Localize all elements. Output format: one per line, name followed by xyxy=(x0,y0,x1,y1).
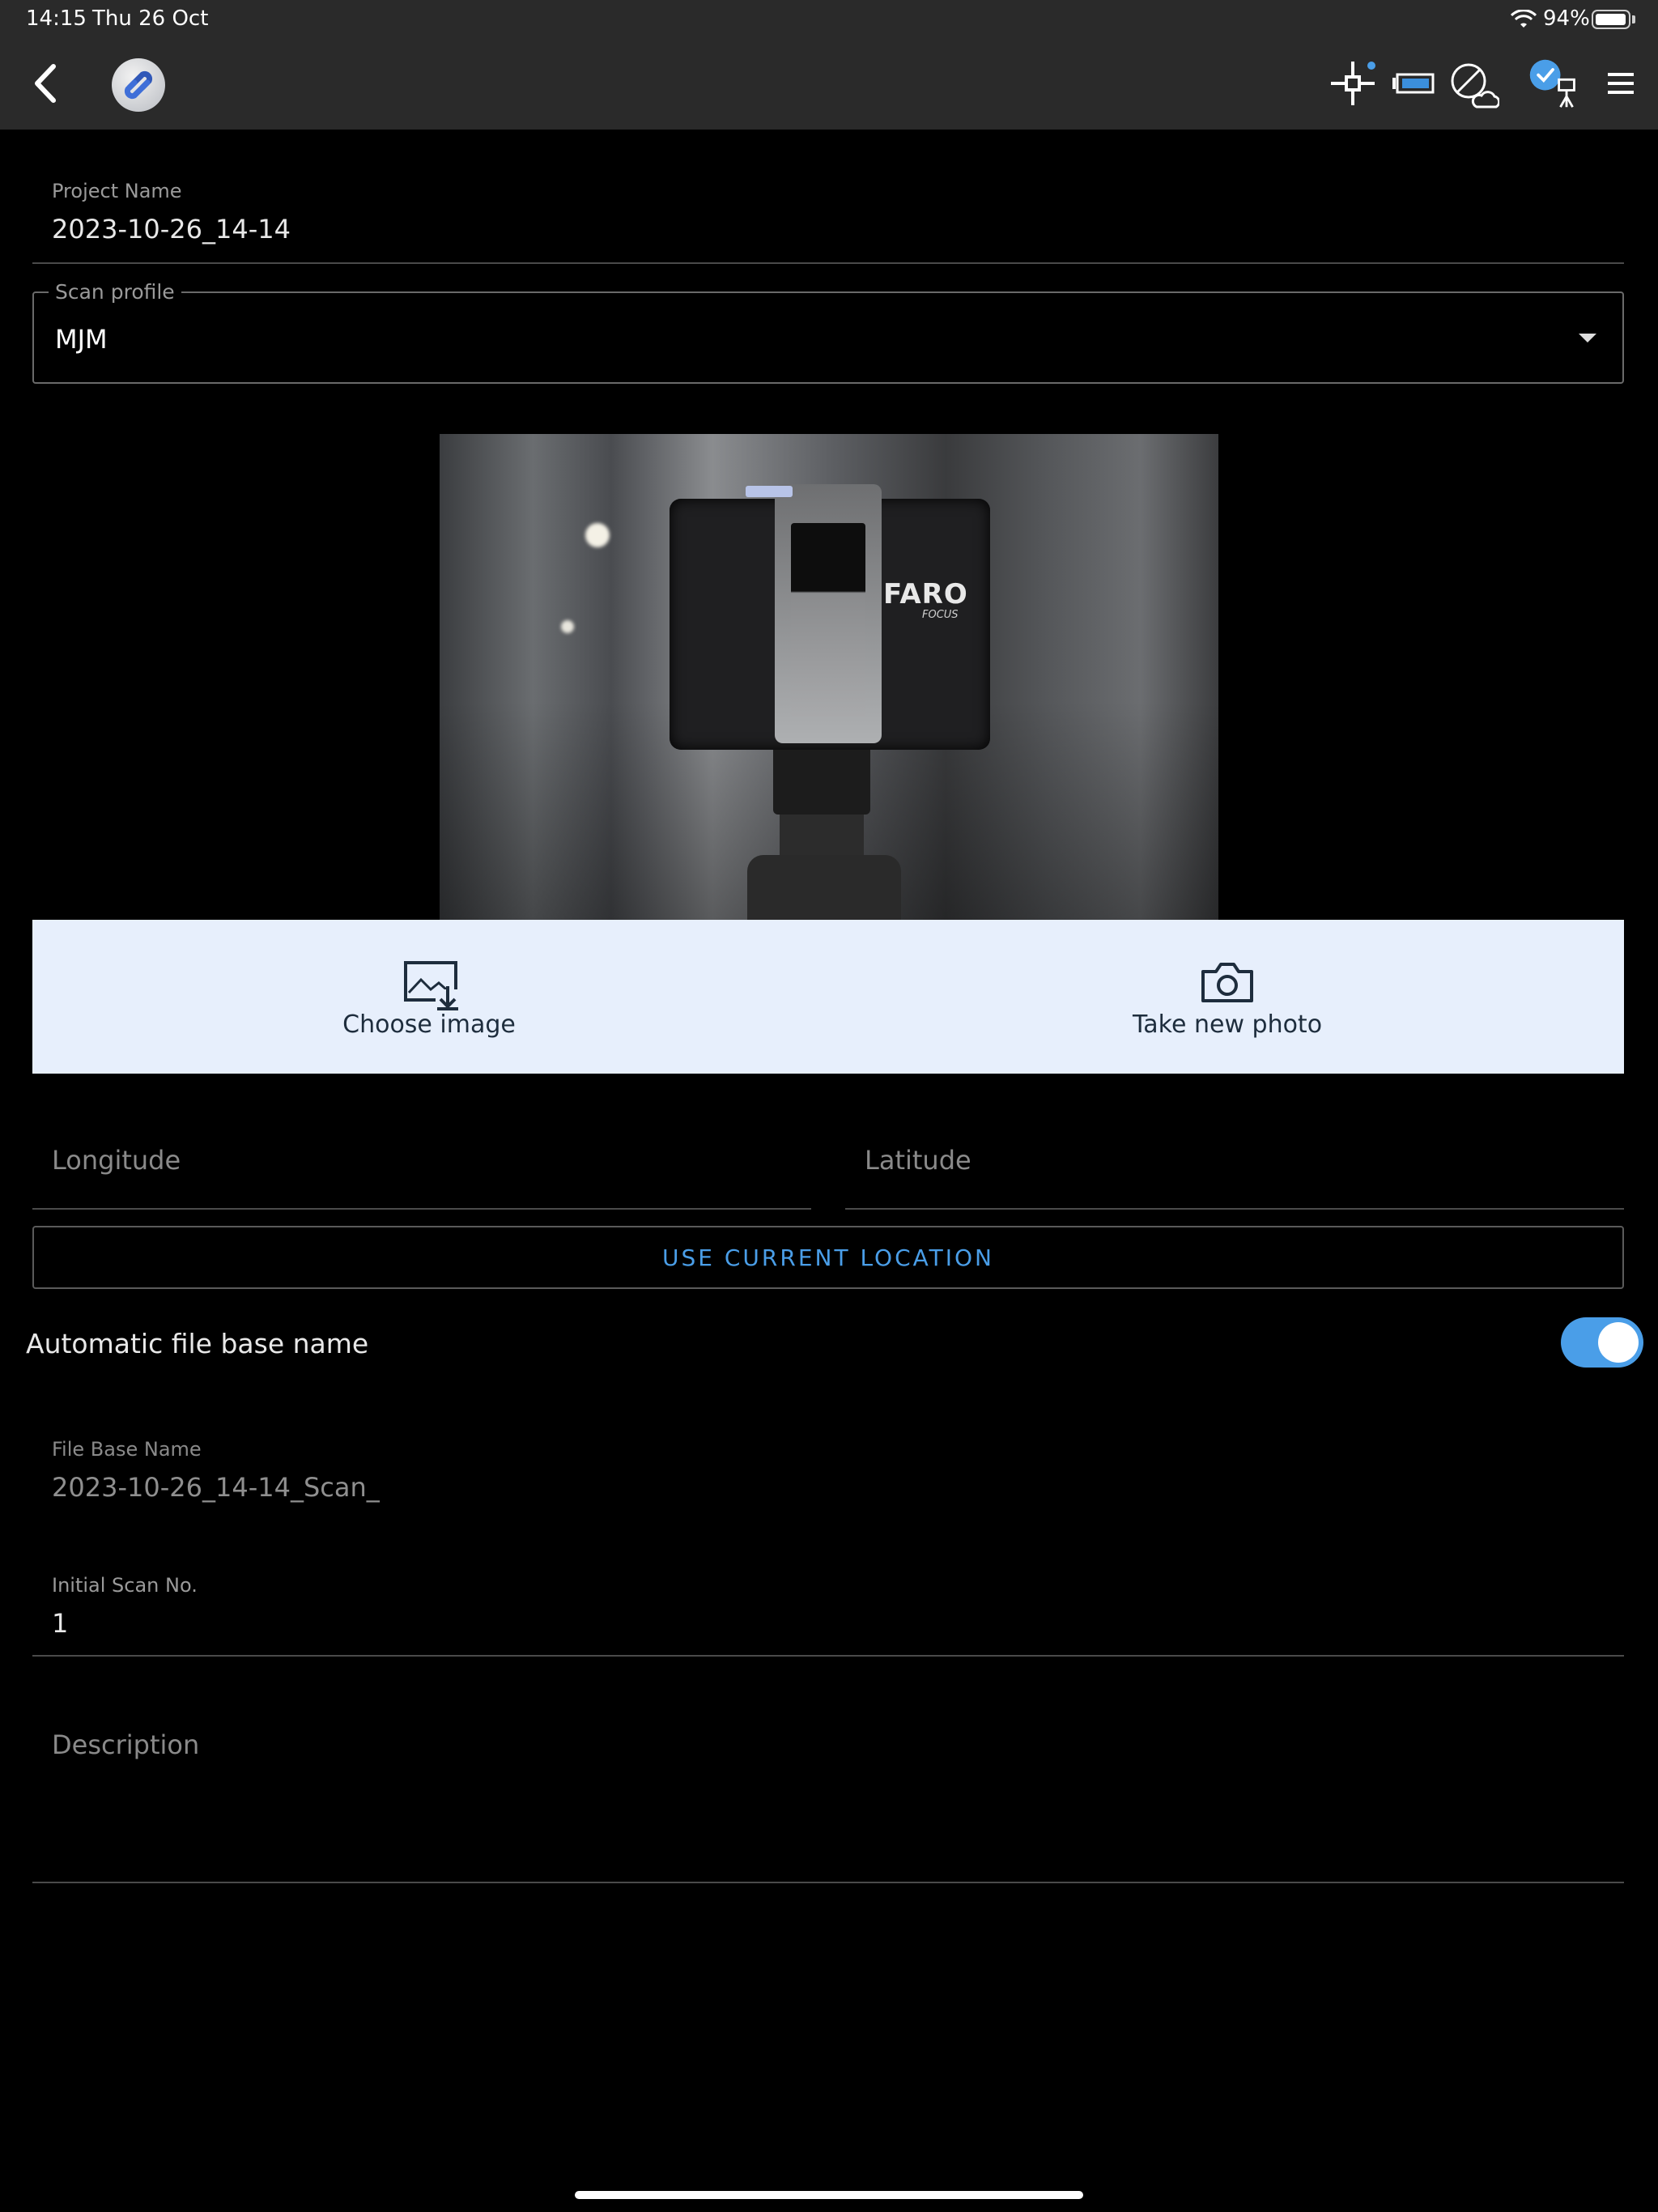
description-underline xyxy=(32,1882,1624,1883)
camera-icon xyxy=(1201,963,1253,1002)
dropdown-caret-icon[interactable] xyxy=(1579,334,1596,342)
scanner-model-text: FOCUS xyxy=(922,609,959,621)
latitude-underline xyxy=(845,1208,1624,1210)
project-name-label: Project Name xyxy=(52,180,182,202)
battery-icon xyxy=(1592,10,1630,29)
toggle-knob xyxy=(1598,1322,1639,1363)
take-photo-button[interactable]: Take new photo xyxy=(1106,920,1349,1074)
use-current-location-button[interactable]: USE CURRENT LOCATION xyxy=(32,1226,1624,1289)
image-import-icon xyxy=(404,961,460,1010)
longitude-input[interactable]: Longitude xyxy=(52,1145,181,1176)
scan-profile-label: Scan profile xyxy=(49,280,181,304)
longitude-underline xyxy=(32,1208,811,1210)
status-time: 14:15 xyxy=(26,6,87,31)
crosshair-target-icon[interactable] xyxy=(1328,57,1378,110)
choose-image-button[interactable]: Choose image xyxy=(308,920,551,1074)
back-chevron-icon[interactable] xyxy=(24,58,66,108)
wifi-icon xyxy=(1511,10,1537,28)
battery-cap xyxy=(1632,15,1635,23)
image-actions-panel xyxy=(32,920,1624,1074)
scanner-brand-text: FARO xyxy=(883,578,968,610)
cloud-offline-icon[interactable] xyxy=(1449,57,1499,110)
auto-file-name-label: Automatic file base name xyxy=(26,1328,369,1359)
latitude-input[interactable]: Latitude xyxy=(865,1145,971,1176)
initial-scan-input[interactable]: 1 xyxy=(52,1608,68,1639)
status-date: Thu 26 Oct xyxy=(92,6,209,31)
scan-profile-select[interactable] xyxy=(32,291,1624,384)
initial-scan-underline xyxy=(32,1655,1624,1657)
file-base-name-label: File Base Name xyxy=(52,1438,202,1461)
battery-scanner-icon[interactable] xyxy=(1389,57,1436,110)
project-photo: FARO FOCUS xyxy=(440,434,1218,920)
app-logo xyxy=(112,58,165,112)
take-photo-label: Take new photo xyxy=(1132,1010,1323,1039)
home-indicator xyxy=(575,2191,1083,2199)
hamburger-menu-icon[interactable] xyxy=(1606,57,1635,110)
description-input[interactable]: Description xyxy=(52,1729,199,1760)
project-name-input[interactable]: 2023-10-26_14-14 xyxy=(52,214,291,245)
scanner-connected-icon[interactable] xyxy=(1525,57,1582,110)
file-base-name-field: 2023-10-26_14-14_Scan_ xyxy=(52,1472,380,1503)
battery-percent: 94% xyxy=(1543,6,1590,31)
choose-image-label: Choose image xyxy=(342,1010,516,1039)
scan-profile-value: MJM xyxy=(55,324,108,355)
initial-scan-label: Initial Scan No. xyxy=(52,1574,198,1597)
project-name-underline xyxy=(32,262,1624,264)
